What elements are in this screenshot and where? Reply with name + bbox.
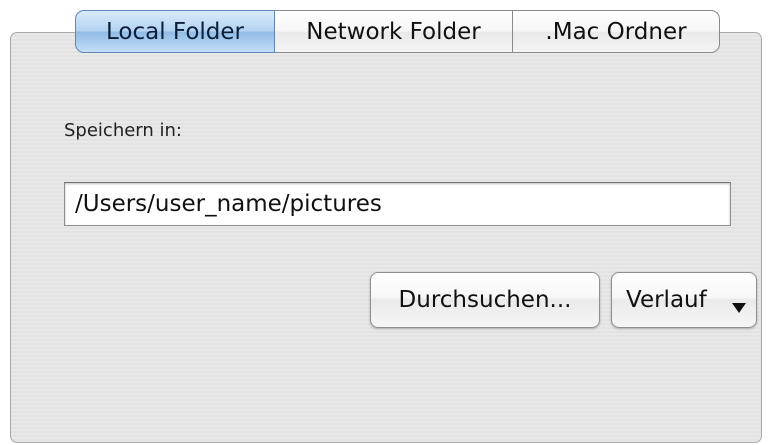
browse-button[interactable]: Durchsuchen...	[370, 272, 600, 328]
browse-button-label: Durchsuchen...	[398, 287, 572, 313]
tab-mac-folder[interactable]: .Mac Ordner	[513, 10, 720, 53]
save-path-field[interactable]	[64, 182, 731, 226]
tab-network-folder[interactable]: Network Folder	[275, 10, 513, 53]
tab-mac-folder-label: .Mac Ordner	[545, 18, 687, 45]
chevron-down-icon	[732, 303, 746, 313]
tab-local-folder[interactable]: Local Folder	[75, 10, 275, 53]
history-button-label: Verlauf	[626, 287, 707, 313]
tab-local-folder-label: Local Folder	[106, 18, 244, 45]
save-location-panel	[10, 32, 762, 443]
history-popup-button[interactable]: Verlauf	[611, 272, 757, 328]
save-in-label: Speichern in:	[64, 120, 182, 141]
folder-type-tabs: Local Folder Network Folder .Mac Ordner	[75, 10, 720, 53]
tab-network-folder-label: Network Folder	[306, 18, 481, 45]
